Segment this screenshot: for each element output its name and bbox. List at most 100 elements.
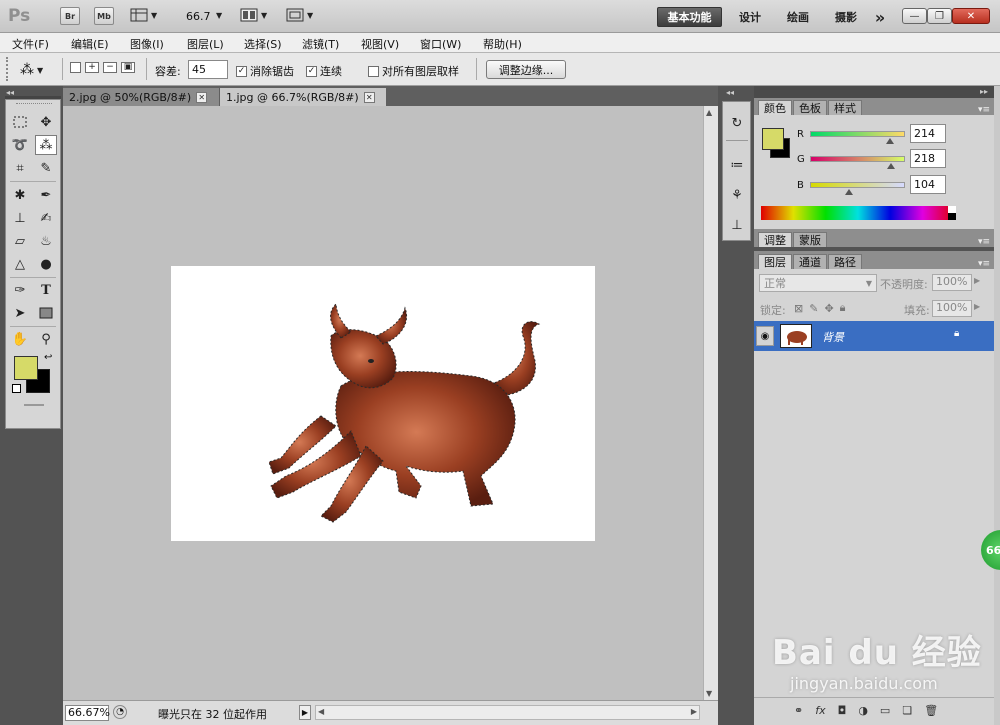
screen-mode-button[interactable]: ▼	[286, 8, 313, 22]
workspace-design[interactable]: 设计	[728, 7, 772, 27]
minimize-button[interactable]: —	[902, 8, 927, 24]
mini-bridge-button[interactable]: Mb	[94, 7, 114, 25]
restore-button[interactable]: ❐	[927, 8, 952, 24]
menu-file[interactable]: 文件(F)	[12, 36, 49, 52]
new-layer-icon[interactable]: ❏	[902, 704, 912, 717]
delete-layer-icon[interactable]: 🗑︎	[924, 704, 938, 717]
rectangle-tool-icon[interactable]	[35, 303, 57, 323]
r-slider[interactable]	[810, 131, 905, 137]
tab-swatches[interactable]: 色板	[793, 100, 827, 115]
layer-style-icon[interactable]: fx	[815, 704, 825, 717]
close-window-button[interactable]: ✕	[952, 8, 990, 24]
chevron-down-icon[interactable]: ▼	[216, 11, 222, 20]
path-selection-tool-icon[interactable]: ➤	[9, 303, 31, 323]
menu-help[interactable]: 帮助(H)	[483, 36, 522, 52]
brush-panel-icon[interactable]: ⚘	[727, 184, 747, 206]
menu-view[interactable]: 视图(V)	[361, 36, 399, 52]
clone-stamp-tool-icon[interactable]: ⊥	[9, 208, 31, 228]
collapse-icon[interactable]: ◂◂	[726, 88, 734, 97]
intersect-selection-icon[interactable]: ▣	[121, 62, 135, 73]
menu-filter[interactable]: 滤镜(T)	[302, 36, 339, 52]
panel-scrollbar[interactable]	[994, 86, 1000, 725]
antialias-checkbox[interactable]: ✓ 消除锯齿	[236, 63, 294, 79]
history-brush-tool-icon[interactable]: ✍	[35, 208, 57, 228]
marquee-tool-icon[interactable]	[9, 112, 31, 132]
new-selection-icon[interactable]	[70, 62, 81, 73]
expand-icon[interactable]: ▸▸	[980, 87, 988, 96]
contiguous-checkbox[interactable]: ✓ 连续	[306, 63, 342, 79]
paint-bucket-tool-icon[interactable]: ♨	[35, 231, 57, 251]
lock-position-icon[interactable]: ✥	[824, 302, 833, 315]
tab-paths[interactable]: 路径	[828, 254, 862, 269]
panel-menu-icon[interactable]: ▾≡	[978, 105, 990, 115]
sample-all-layers-checkbox[interactable]: 对所有图层取样	[368, 63, 459, 79]
eyedropper-tool-icon[interactable]: ✎	[35, 158, 57, 178]
magic-wand-tool-icon[interactable]: ⁂	[35, 135, 57, 155]
workspace-essentials[interactable]: 基本功能	[657, 7, 722, 27]
tab-2-jpg[interactable]: 2.jpg @ 50%(RGB/8#) ✕	[63, 88, 219, 106]
brush-tool-icon[interactable]: ✒	[35, 185, 57, 205]
crop-tool-icon[interactable]: ⌗	[9, 158, 31, 178]
brush-presets-panel-icon[interactable]: ≔	[727, 154, 747, 176]
foreground-color-swatch[interactable]	[14, 356, 38, 380]
lock-pixels-icon[interactable]: ✎	[809, 302, 818, 315]
spot-healing-tool-icon[interactable]: ✱	[9, 185, 31, 205]
tab-adjustments[interactable]: 调整	[758, 232, 792, 247]
chevron-right-icon[interactable]: ▶	[974, 302, 980, 311]
workspace-painting[interactable]: 绘画	[776, 7, 820, 27]
status-menu-arrow[interactable]: ▶	[299, 705, 311, 720]
tab-channels[interactable]: 通道	[793, 254, 827, 269]
layer-row-background[interactable]: ◉ 背景 🔒︎	[754, 321, 994, 351]
type-tool-icon[interactable]: T	[35, 280, 57, 300]
subtract-selection-icon[interactable]: −	[103, 62, 117, 73]
fill-input[interactable]: 100%	[932, 300, 972, 317]
menu-select[interactable]: 选择(S)	[244, 36, 282, 52]
options-grip[interactable]	[6, 57, 10, 81]
menu-image[interactable]: 图像(I)	[130, 36, 164, 52]
workspace-photography[interactable]: 摄影	[824, 7, 868, 27]
blur-tool-icon[interactable]: △	[9, 254, 31, 274]
zoom-level-display[interactable]: 66.7	[186, 10, 211, 23]
swap-colors-icon[interactable]: ↩	[44, 352, 52, 363]
adjustment-layer-icon[interactable]: ◑	[858, 704, 868, 717]
scroll-down-icon[interactable]: ▼	[706, 689, 712, 698]
panel-menu-icon[interactable]: ▾≡	[978, 259, 990, 269]
visibility-eye-icon[interactable]: ◉	[756, 326, 774, 346]
g-slider[interactable]	[810, 156, 905, 162]
close-icon[interactable]: ✕	[363, 91, 375, 103]
r-value-input[interactable]: 214	[910, 124, 946, 143]
scroll-up-icon[interactable]: ▲	[706, 108, 712, 117]
history-panel-icon[interactable]: ↻	[727, 112, 747, 134]
lock-transparency-icon[interactable]: ⊠	[794, 302, 803, 315]
r-slider-thumb[interactable]	[885, 138, 894, 144]
opacity-input[interactable]: 100%	[932, 274, 972, 291]
tolerance-input[interactable]: 45	[188, 60, 228, 79]
b-slider-thumb[interactable]	[844, 189, 853, 195]
status-info-icon[interactable]: ◔	[113, 705, 127, 719]
add-to-selection-icon[interactable]: +	[85, 62, 99, 73]
lasso-tool-icon[interactable]: ➰	[9, 135, 31, 155]
zoom-field[interactable]: 66.67%	[65, 705, 110, 721]
white-swatch[interactable]	[948, 206, 956, 213]
horizontal-scrollbar[interactable]: ◀ ▶	[315, 705, 700, 720]
new-group-icon[interactable]: ▭	[880, 704, 890, 717]
zoom-tool-icon[interactable]: ⚲	[35, 329, 57, 349]
scroll-right-icon[interactable]: ▶	[691, 707, 697, 716]
hand-tool-icon[interactable]: ✋	[9, 329, 31, 349]
link-layers-icon[interactable]: ⚭	[794, 704, 803, 717]
layer-name[interactable]: 背景	[822, 329, 844, 345]
menu-window[interactable]: 窗口(W)	[420, 36, 461, 52]
b-slider[interactable]	[810, 182, 905, 188]
default-colors-icon[interactable]	[12, 384, 21, 393]
view-extras-button[interactable]: ▼	[130, 8, 157, 22]
tab-masks[interactable]: 蒙版	[793, 232, 827, 247]
close-icon[interactable]: ✕	[196, 91, 208, 103]
blend-mode-select[interactable]: 正常 ▼	[759, 274, 877, 292]
quick-mask-icon[interactable]	[24, 404, 44, 406]
panel-menu-icon[interactable]: ▾≡	[978, 237, 990, 247]
foreground-color-chip[interactable]	[762, 128, 784, 150]
pen-tool-icon[interactable]: ✑	[9, 280, 31, 300]
eraser-tool-icon[interactable]: ▱	[9, 231, 31, 251]
vertical-scrollbar[interactable]: ▲ ▼	[703, 106, 718, 700]
tool-preset-picker[interactable]: ⁂ ▼	[20, 60, 56, 80]
